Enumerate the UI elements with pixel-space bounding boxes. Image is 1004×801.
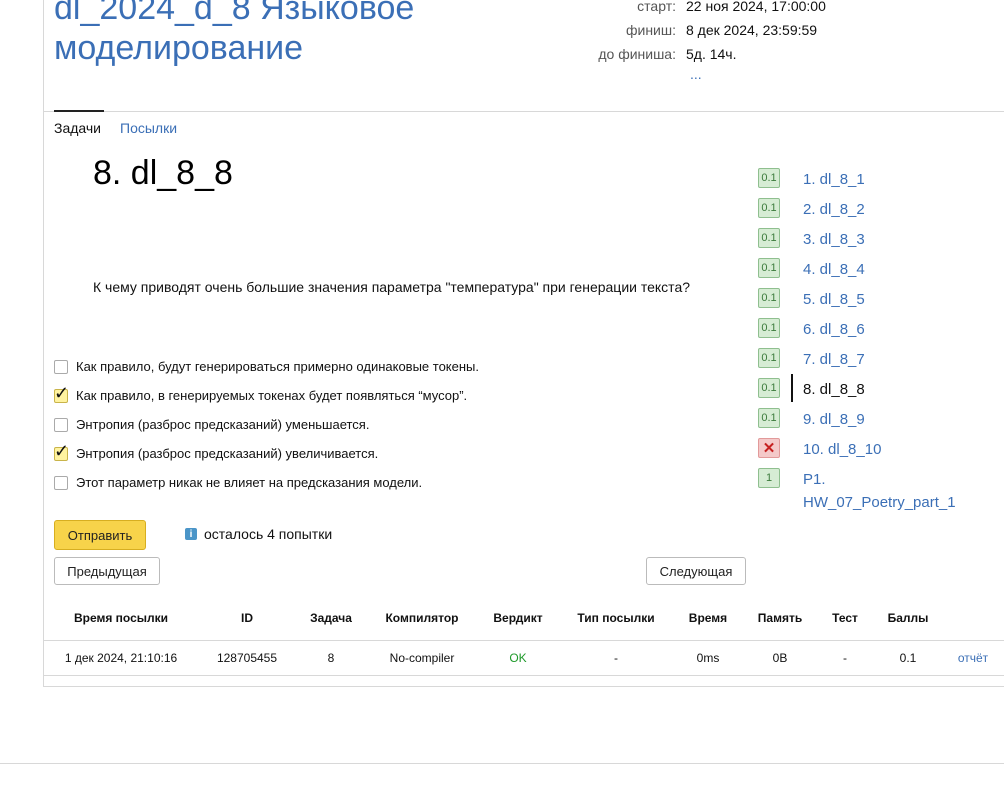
content-bottom-border: [43, 686, 1004, 687]
finish-value: 8 дек 2024, 23:59:59: [686, 22, 818, 38]
problem-list-item[interactable]: 0.1 6. dl_8_6: [758, 318, 998, 341]
answer-option[interactable]: ✓ Как правило, в генерируемых токенах бу…: [54, 384, 468, 403]
problem-list-item[interactable]: 0.1 9. dl_8_9: [758, 408, 998, 431]
cell-compiler: No-compiler: [389, 651, 455, 665]
start-label: старт:: [637, 0, 676, 14]
problem-title: 8. dl_8_8: [93, 154, 233, 192]
score-badge: 0.1: [758, 288, 780, 308]
problem-link[interactable]: P1. HW_07_Poetry_part_1: [803, 468, 958, 514]
score-badge: 0.1: [758, 408, 780, 428]
content-left-border: [43, 0, 44, 686]
col-header-id: ID: [241, 611, 253, 625]
col-header-score: Баллы: [887, 611, 929, 625]
problem-list-item-current[interactable]: 0.1 8. dl_8_8: [758, 374, 998, 402]
problem-link[interactable]: 4. dl_8_4: [803, 258, 865, 281]
finish-label: финиш:: [625, 22, 676, 38]
col-header-memory: Память: [757, 611, 803, 625]
col-header-type: Тип посылки: [577, 611, 655, 625]
info-icon: i: [185, 528, 197, 540]
cell-memory: 0B: [772, 651, 788, 665]
footer-divider: [0, 763, 1004, 764]
col-header-task: Задача: [310, 611, 352, 625]
checkbox-unchecked[interactable]: [54, 359, 68, 374]
table-row-divider: [43, 675, 1004, 676]
score-badge: 1: [758, 468, 780, 488]
problem-list-item[interactable]: 1 P1. HW_07_Poetry_part_1: [758, 468, 958, 514]
problem-list-item[interactable]: 0.1 7. dl_8_7: [758, 348, 998, 371]
checkbox-unchecked[interactable]: [54, 475, 68, 490]
cell-exec-time: 0ms: [696, 651, 720, 665]
attempts-text: осталось 4 попытки: [204, 526, 333, 542]
answer-option[interactable]: Этот параметр никак не влияет на предска…: [54, 475, 422, 490]
problem-link[interactable]: 7. dl_8_7: [803, 348, 865, 371]
answer-option-label: Как правило, в генерируемых токенах буде…: [76, 388, 468, 403]
checkmark-icon: ✓: [54, 440, 70, 461]
answer-option-label: Энтропия (разброс предсказаний) увеличив…: [76, 446, 379, 461]
header-divider: [43, 111, 1004, 112]
col-header-compiler: Компилятор: [385, 611, 459, 625]
problem-link[interactable]: 3. dl_8_3: [803, 228, 865, 251]
report-link[interactable]: отчёт: [950, 651, 996, 665]
problem-link[interactable]: 10. dl_8_10: [803, 438, 881, 461]
checkmark-icon: ✓: [54, 382, 70, 403]
tab-submissions[interactable]: Посылки: [120, 120, 177, 136]
checkbox-unchecked[interactable]: [54, 417, 68, 432]
problem-link[interactable]: 1. dl_8_1: [803, 168, 865, 191]
table-header-divider: [43, 640, 1004, 641]
answer-option[interactable]: ✓ Энтропия (разброс предсказаний) увелич…: [54, 442, 379, 461]
checkbox-checked[interactable]: ✓: [54, 442, 69, 461]
cell-verdict: OK: [509, 651, 527, 665]
contest-title: dl_2024_d_8 Языковое моделирование: [54, 0, 574, 68]
time-left-value: 5д. 14ч.: [686, 46, 737, 62]
score-badge: 0.1: [758, 258, 780, 278]
problem-list-item[interactable]: 0.1 1. dl_8_1: [758, 168, 998, 191]
problem-list-item[interactable]: ✕ 10. dl_8_10: [758, 438, 998, 461]
time-left-label: до финиша:: [598, 46, 676, 62]
cell-time: 1 дек 2024, 21:10:16: [64, 651, 178, 665]
cell-type: -: [614, 651, 618, 665]
problem-link[interactable]: 2. dl_8_2: [803, 198, 865, 221]
problem-link[interactable]: 6. dl_8_6: [803, 318, 865, 341]
submit-button[interactable]: Отправить: [54, 520, 146, 550]
fail-cross-icon: ✕: [758, 438, 780, 458]
col-header-exec-time: Время: [688, 611, 728, 625]
answer-option-label: Этот параметр никак не влияет на предска…: [76, 475, 423, 490]
score-badge: 0.1: [758, 168, 780, 188]
tab-problems[interactable]: Задачи: [54, 120, 101, 136]
answer-option-label: Как правило, будут генерироваться пример…: [76, 359, 480, 374]
problem-list-item[interactable]: 0.1 3. dl_8_3: [758, 228, 998, 251]
answer-option[interactable]: Энтропия (разброс предсказаний) уменьшае…: [54, 417, 369, 432]
score-badge: 0.1: [758, 348, 780, 368]
previous-problem-button[interactable]: Предыдущая: [54, 557, 160, 585]
problem-list-item[interactable]: 0.1 4. dl_8_4: [758, 258, 998, 281]
next-problem-button[interactable]: Следующая: [646, 557, 746, 585]
score-badge: 0.1: [758, 378, 780, 398]
problem-question: К чему приводят очень большие значения п…: [93, 279, 691, 295]
col-header-test: Тест: [832, 611, 858, 625]
problem-link[interactable]: 9. dl_8_9: [803, 408, 865, 431]
answer-option-label: Энтропия (разброс предсказаний) уменьшае…: [76, 417, 370, 432]
cell-test: -: [843, 651, 847, 665]
problem-link[interactable]: 8. dl_8_8: [803, 378, 865, 401]
cell-id: 128705455: [216, 651, 278, 665]
problem-list-item[interactable]: 0.1 2. dl_8_2: [758, 198, 998, 221]
checkbox-checked[interactable]: ✓: [54, 384, 69, 403]
attempts-info: i осталось 4 попытки: [185, 526, 332, 542]
col-header-time: Время посылки: [73, 611, 169, 625]
more-link[interactable]: ...: [690, 66, 702, 82]
score-badge: 0.1: [758, 318, 780, 338]
active-tab-indicator: [54, 110, 104, 112]
cell-score: 0.1: [899, 651, 917, 665]
contest-title-line1: dl_2024_d_8 Языковое: [54, 0, 415, 27]
score-badge: 0.1: [758, 228, 780, 248]
start-value: 22 ноя 2024, 17:00:00: [686, 0, 826, 14]
cell-task: 8: [327, 651, 335, 665]
contest-title-line2: моделирование: [54, 29, 304, 67]
col-header-verdict: Вердикт: [493, 611, 543, 625]
problem-link[interactable]: 5. dl_8_5: [803, 288, 865, 311]
problem-list-item[interactable]: 0.1 5. dl_8_5: [758, 288, 998, 311]
answer-option[interactable]: Как правило, будут генерироваться пример…: [54, 359, 479, 374]
score-badge: 0.1: [758, 198, 780, 218]
current-problem-marker: [791, 374, 793, 402]
